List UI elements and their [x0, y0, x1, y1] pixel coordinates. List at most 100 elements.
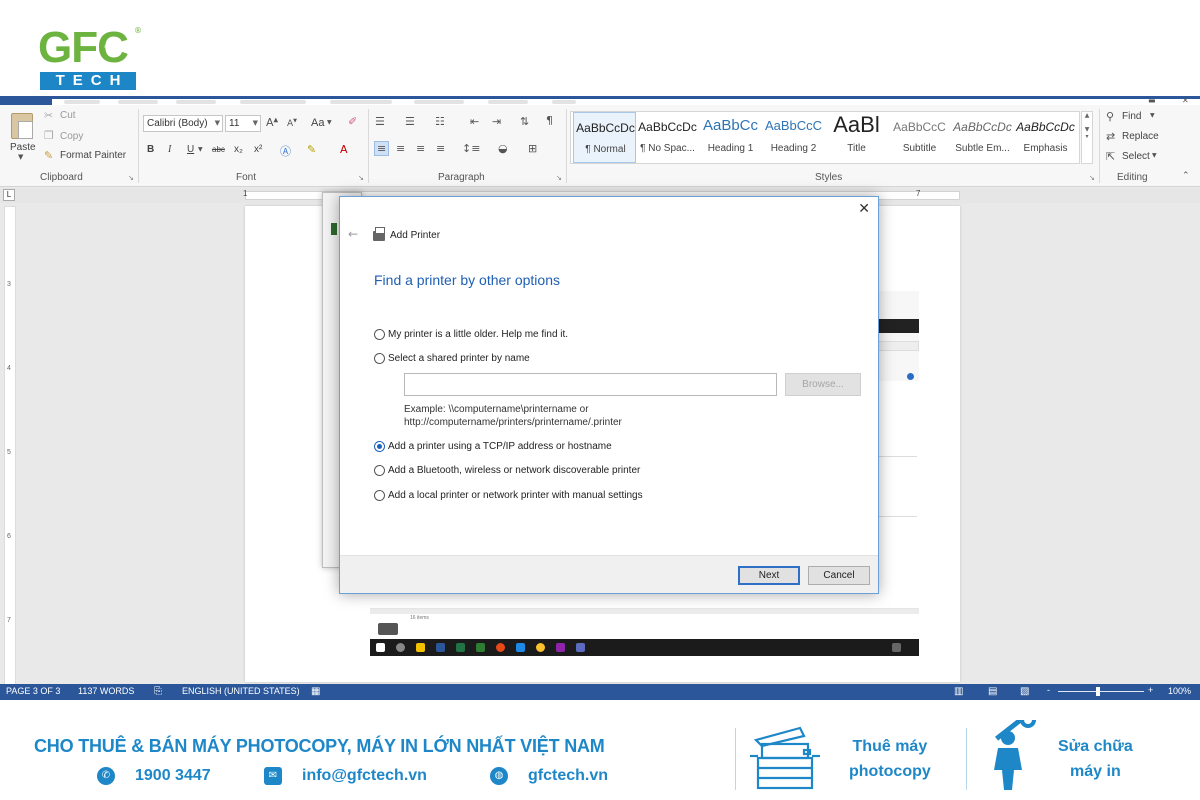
- font-family-select[interactable]: Calibri (Body) ▼: [143, 115, 223, 132]
- shading-icon[interactable]: ◒: [498, 142, 508, 155]
- style-subtitle[interactable]: AaBbCcC Subtitle: [888, 112, 951, 163]
- collapse-ribbon-icon[interactable]: ⌃: [1182, 171, 1190, 181]
- style-title[interactable]: AaBl Title: [825, 112, 888, 163]
- tab-view[interactable]: [552, 100, 576, 104]
- align-right-icon[interactable]: ≡: [416, 142, 425, 155]
- styles-launcher-icon[interactable]: ↘: [1089, 174, 1095, 182]
- zoom-slider-thumb[interactable]: [1096, 687, 1101, 696]
- radio-button[interactable]: [374, 464, 385, 476]
- tab-selector[interactable]: L: [3, 189, 15, 201]
- align-left-icon[interactable]: ≡: [374, 141, 390, 156]
- page-count[interactable]: PAGE 3 OF 3: [6, 686, 60, 696]
- clear-formatting-icon[interactable]: ✐: [348, 115, 357, 128]
- option-local-printer[interactable]: Add a local printer or network printer w…: [374, 488, 643, 502]
- browse-button[interactable]: Browse...: [785, 373, 861, 396]
- email-contact[interactable]: ✉ info@gfctech.vn: [264, 766, 427, 786]
- tab-file[interactable]: [0, 96, 52, 105]
- chevron-down-icon[interactable]: ▼: [198, 146, 203, 153]
- increase-indent-icon[interactable]: ⇥: [492, 115, 501, 128]
- borders-icon[interactable]: ⊞: [528, 142, 537, 155]
- chevron-down-icon[interactable]: ▼: [327, 119, 332, 126]
- phone-contact[interactable]: ✆ 1900 3447: [97, 766, 211, 786]
- copy-button[interactable]: Copy: [60, 131, 83, 142]
- back-arrow-icon[interactable]: ←: [348, 227, 358, 241]
- grow-font-icon[interactable]: A▲: [266, 116, 278, 129]
- styles-scroll[interactable]: ▲ ▼ ▾: [1081, 111, 1093, 164]
- website-url[interactable]: gfctech.vn: [528, 767, 608, 785]
- next-button[interactable]: Next: [738, 566, 800, 585]
- font-color-icon[interactable]: A: [340, 143, 348, 156]
- zoom-out-button[interactable]: -: [1047, 685, 1050, 695]
- strikethrough-button[interactable]: abc: [212, 145, 225, 154]
- close-window-icon[interactable]: ✕: [1182, 96, 1189, 105]
- cut-button[interactable]: Cut: [60, 110, 76, 121]
- find-button[interactable]: Find: [1122, 111, 1141, 122]
- bullets-icon[interactable]: ☰: [375, 115, 385, 128]
- close-icon[interactable]: ✕: [858, 201, 870, 217]
- font-launcher-icon[interactable]: ↘: [358, 174, 364, 182]
- tab-design[interactable]: [176, 100, 216, 104]
- tab-references[interactable]: [330, 100, 392, 104]
- style-no-spacing[interactable]: AaBbCcDc ¶ No Spac...: [636, 112, 699, 163]
- bold-button[interactable]: B: [147, 144, 154, 155]
- style-normal[interactable]: AaBbCcDc ¶ Normal: [573, 112, 636, 163]
- font-size-select[interactable]: 11 ▼: [225, 115, 261, 132]
- proofing-icon[interactable]: ⎘: [154, 686, 162, 697]
- website-contact[interactable]: ◍ gfctech.vn: [490, 766, 608, 786]
- tab-home[interactable]: [64, 100, 100, 104]
- select-button[interactable]: Select: [1122, 151, 1150, 162]
- zoom-slider[interactable]: [1058, 691, 1144, 692]
- justify-icon[interactable]: ≡: [436, 142, 445, 155]
- language-indicator[interactable]: ENGLISH (UNITED STATES): [182, 686, 300, 696]
- read-mode-icon[interactable]: ▥: [954, 686, 963, 697]
- tab-page-layout[interactable]: [240, 100, 306, 104]
- line-spacing-icon[interactable]: ↕≡: [462, 142, 480, 155]
- chevron-down-icon[interactable]: ▼: [1152, 152, 1157, 159]
- shared-printer-name-input[interactable]: [404, 373, 777, 396]
- word-count[interactable]: 1137 WORDS: [78, 686, 134, 696]
- show-marks-icon[interactable]: ¶: [546, 114, 553, 127]
- service-rental[interactable]: Thuê máy photocopy: [849, 734, 931, 784]
- underline-button[interactable]: U: [187, 144, 194, 155]
- tab-mailings[interactable]: [414, 100, 464, 104]
- email-address[interactable]: info@gfctech.vn: [302, 767, 427, 785]
- italic-button[interactable]: I: [168, 144, 171, 155]
- option-bluetooth-printer[interactable]: Add a Bluetooth, wireless or network dis…: [374, 463, 640, 477]
- radio-button[interactable]: [374, 352, 385, 364]
- option-tcpip-printer[interactable]: Add a printer using a TCP/IP address or …: [374, 439, 612, 453]
- paste-icon[interactable]: [11, 113, 33, 139]
- paragraph-launcher-icon[interactable]: ↘: [556, 174, 562, 182]
- clipboard-launcher-icon[interactable]: ↘: [128, 174, 134, 182]
- cancel-button[interactable]: Cancel: [808, 566, 870, 585]
- zoom-in-button[interactable]: +: [1148, 685, 1153, 695]
- decrease-indent-icon[interactable]: ⇤: [470, 115, 479, 128]
- style-subtle-emphasis[interactable]: AaBbCcDc Subtle Em...: [951, 112, 1014, 163]
- service-repair[interactable]: Sửa chữa máy in: [1058, 734, 1133, 784]
- superscript-button[interactable]: x²: [254, 144, 262, 155]
- subscript-button[interactable]: x₂: [234, 144, 243, 155]
- zoom-level[interactable]: 100%: [1168, 686, 1191, 696]
- change-case-button[interactable]: Aa: [311, 117, 324, 129]
- multilevel-list-icon[interactable]: ☷: [435, 115, 445, 128]
- web-layout-icon[interactable]: ▧: [1020, 686, 1029, 697]
- align-center-icon[interactable]: ≡: [396, 142, 405, 155]
- tab-review[interactable]: [488, 100, 528, 104]
- radio-button-selected[interactable]: [374, 440, 385, 452]
- numbering-icon[interactable]: ☰: [405, 115, 415, 128]
- sort-icon[interactable]: ⇅: [520, 115, 529, 128]
- tab-insert[interactable]: [118, 100, 158, 104]
- radio-button[interactable]: [374, 328, 385, 340]
- option-older-printer[interactable]: My printer is a little older. Help me fi…: [374, 327, 568, 341]
- print-layout-icon[interactable]: ▤: [988, 686, 997, 697]
- phone-number[interactable]: 1900 3447: [135, 767, 211, 785]
- replace-button[interactable]: Replace: [1122, 131, 1159, 142]
- style-heading-1[interactable]: AaBbCc Heading 1: [699, 112, 762, 163]
- option-shared-printer[interactable]: Select a shared printer by name: [374, 351, 530, 365]
- radio-button[interactable]: [374, 489, 385, 501]
- style-emphasis[interactable]: AaBbCcDc Emphasis: [1014, 112, 1077, 163]
- chevron-down-icon[interactable]: ▼: [1150, 112, 1155, 119]
- minimize-icon[interactable]: ▬: [1148, 96, 1156, 105]
- highlight-icon[interactable]: ✎: [307, 143, 316, 156]
- format-painter-button[interactable]: Format Painter: [60, 150, 126, 161]
- paste-dropdown-icon[interactable]: ▼: [18, 153, 23, 161]
